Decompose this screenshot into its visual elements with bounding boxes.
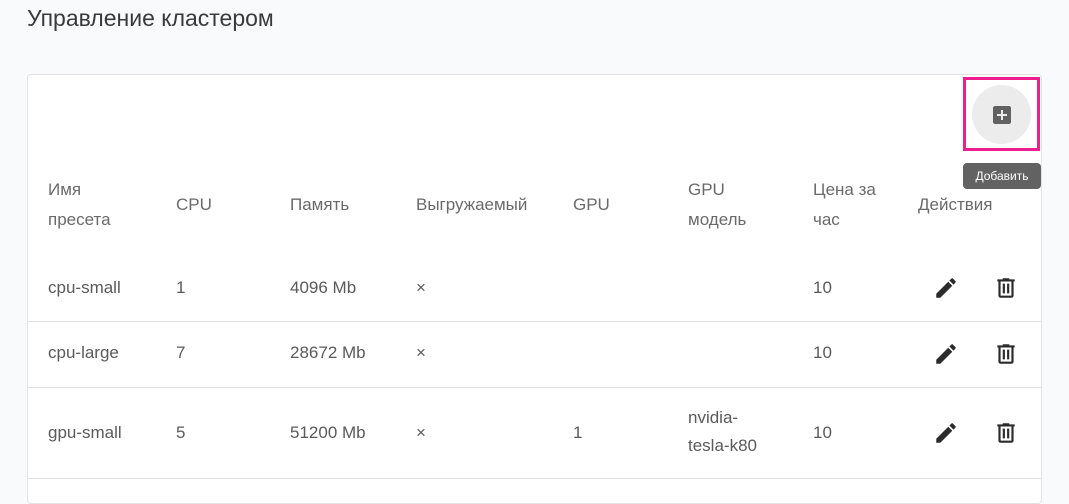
trash-icon	[997, 423, 1015, 443]
cell-memory: 4096 Mb	[290, 278, 357, 297]
row-divider	[28, 478, 1041, 479]
cell-preemptible: ×	[416, 423, 426, 442]
cell-cpu: 7	[176, 343, 186, 362]
cell-memory: 51200 Mb	[290, 423, 366, 442]
cell-name: cpu-small	[48, 278, 121, 297]
edit-button[interactable]	[932, 340, 960, 368]
highlight-box	[963, 77, 1040, 151]
add-tooltip: Добавить	[963, 163, 1041, 189]
cell-cpu: 1	[176, 278, 186, 297]
header-price-line1: Цена за	[813, 180, 876, 199]
header-gpu-model-line2: модель	[688, 210, 747, 229]
edit-button[interactable]	[932, 419, 960, 447]
delete-button[interactable]	[992, 340, 1020, 368]
trash-icon	[997, 278, 1015, 298]
row-divider	[28, 321, 1041, 322]
header-preemptible: Выгружаемый	[416, 195, 528, 214]
pencil-icon	[936, 278, 956, 298]
trash-icon	[997, 344, 1015, 364]
cell-name: gpu-small	[48, 423, 122, 442]
cell-preemptible: ×	[416, 343, 426, 362]
header-cpu: CPU	[176, 195, 212, 214]
cell-memory: 28672 Mb	[290, 343, 366, 362]
header-name-line2: пресета	[48, 210, 111, 229]
cell-price: 10	[813, 343, 832, 362]
cell-preemptible: ×	[416, 278, 426, 297]
header-name-line1: Имя	[48, 180, 82, 199]
cell-cpu: 5	[176, 423, 186, 442]
page-title: Управление кластером	[27, 5, 274, 31]
delete-button[interactable]	[992, 274, 1020, 302]
cell-gpu: 1	[573, 423, 583, 442]
pencil-icon	[936, 344, 956, 364]
header-gpu: GPU	[573, 195, 610, 214]
header-actions: Действия	[918, 195, 993, 214]
header-memory: Память	[290, 195, 350, 214]
cell-gpu-model-line1: nvidia-	[688, 408, 739, 427]
cell-name: cpu-large	[48, 343, 119, 362]
edit-button[interactable]	[932, 274, 960, 302]
cell-price: 10	[813, 278, 832, 297]
header-price-line2: час	[813, 210, 840, 229]
delete-button[interactable]	[992, 419, 1020, 447]
row-divider	[28, 387, 1041, 388]
header-gpu-model-line1: GPU	[688, 180, 725, 199]
cell-gpu-model-line2: tesla-k80	[688, 436, 757, 455]
cell-price: 10	[813, 423, 832, 442]
pencil-icon	[936, 423, 956, 443]
